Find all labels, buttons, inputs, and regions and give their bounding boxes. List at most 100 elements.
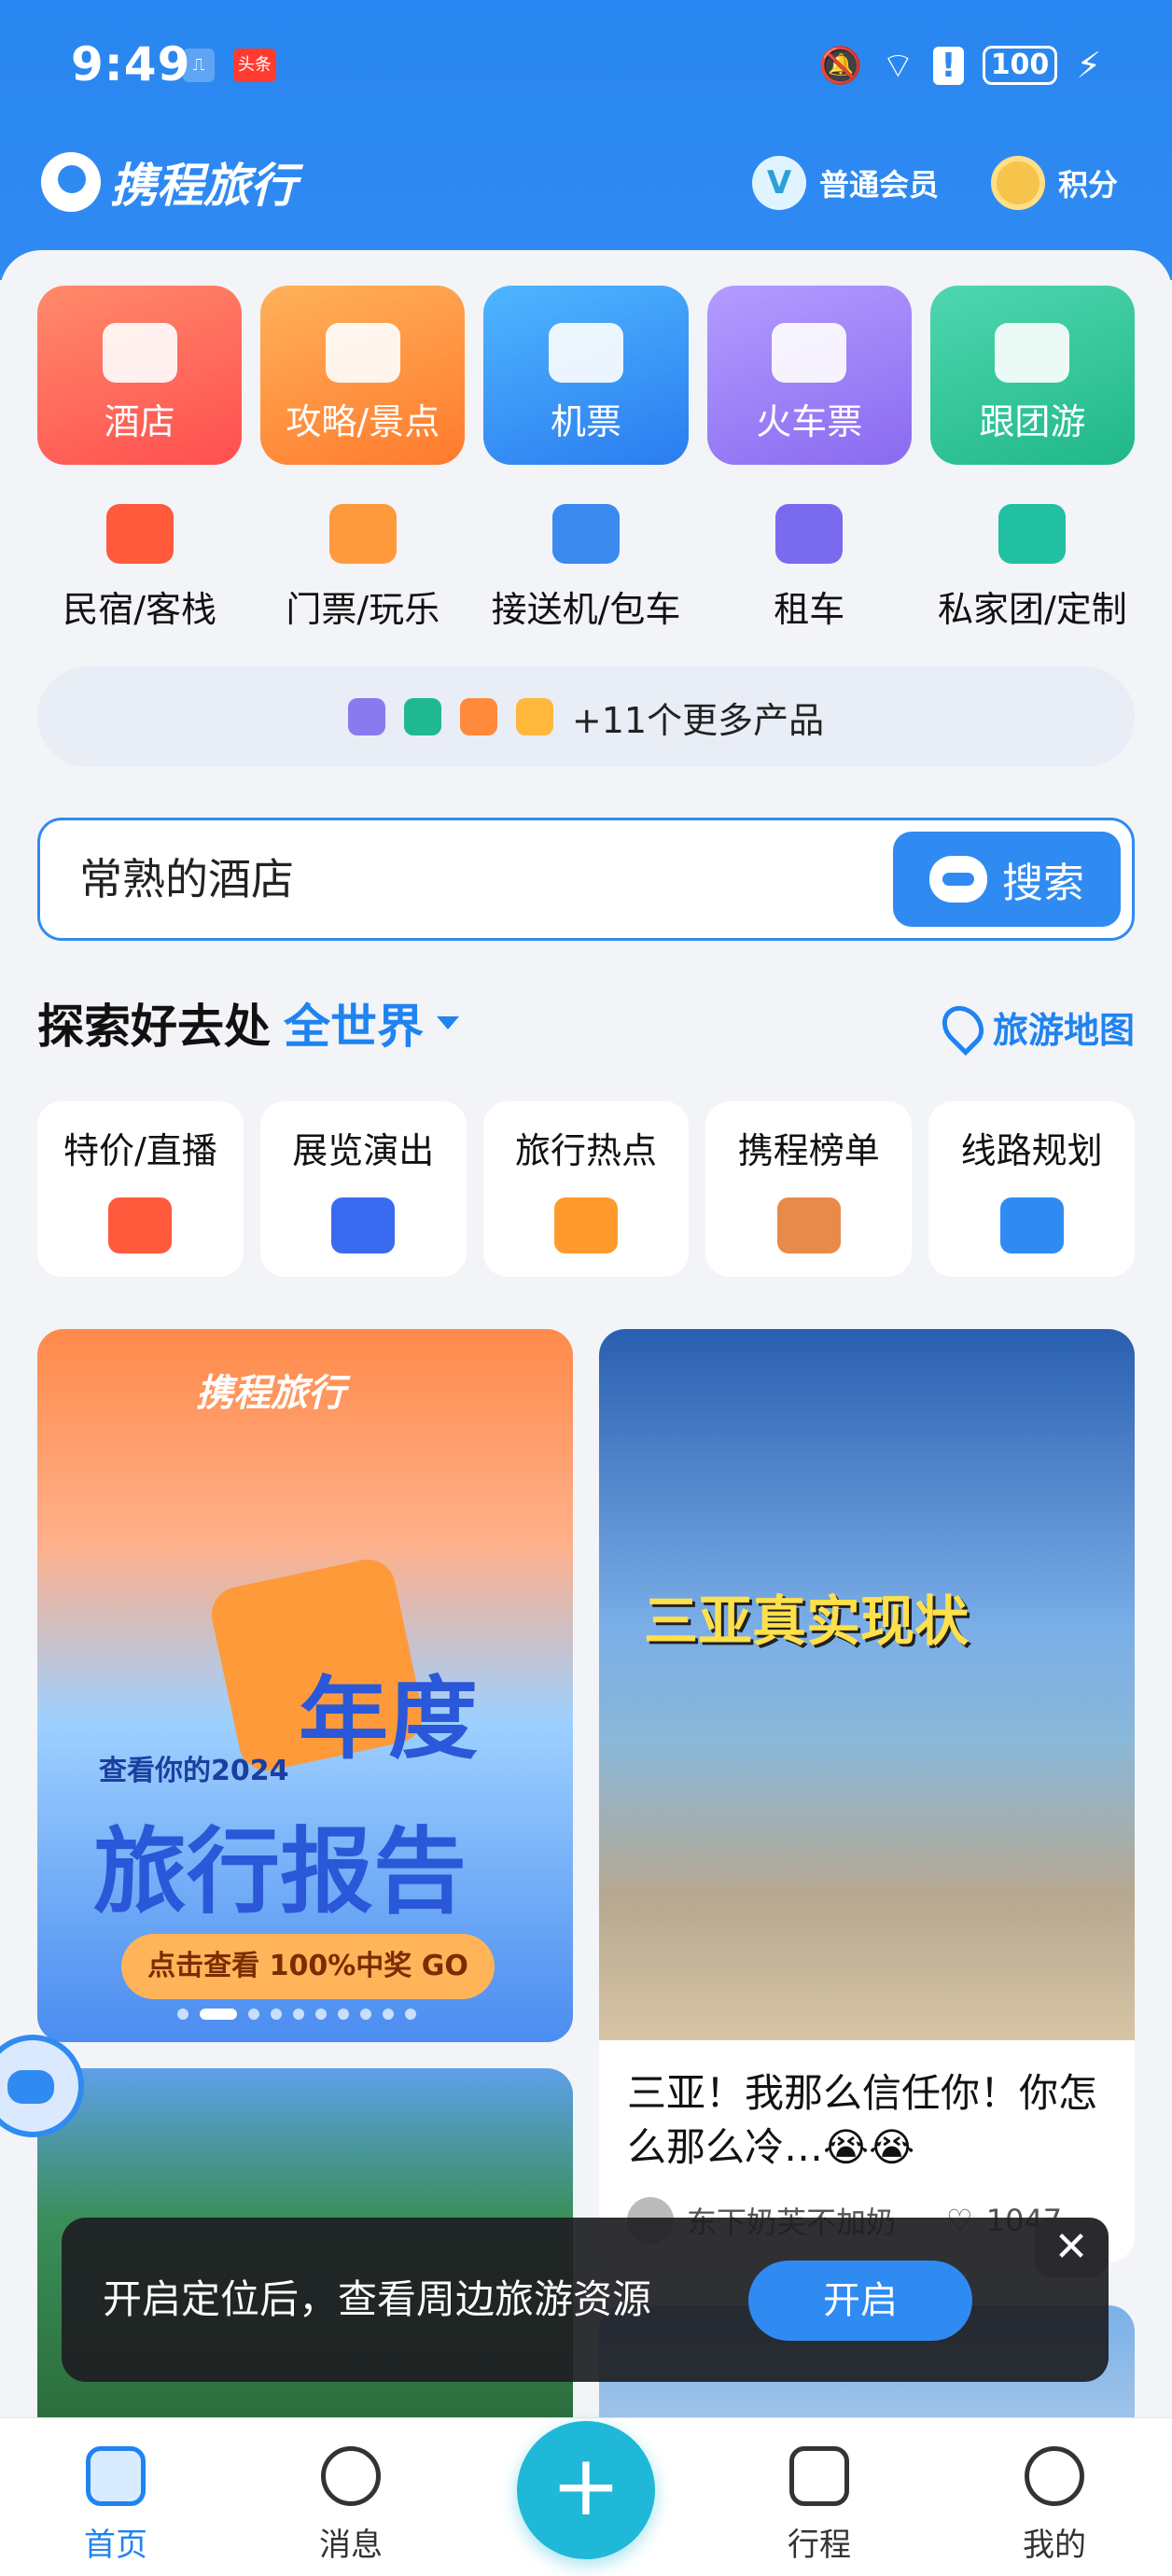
mute-bell-icon: 🔕 (818, 44, 863, 86)
search-button[interactable]: 搜索 (893, 832, 1121, 927)
backpack-icon (459, 698, 497, 735)
points-label: 积分 (1058, 167, 1119, 203)
tile-label: 火车票 (756, 401, 863, 442)
dolphin-logo-icon (41, 152, 101, 212)
cat-ctrip-rankings[interactable]: 携程榜单 (705, 1101, 913, 1277)
sub-service-row: 民宿/客栈 门票/玩乐 接送机/包车 租车 私家团/定制 (28, 495, 1144, 635)
tab-label: 消息 (319, 2527, 383, 2564)
add-post-button[interactable]: + (517, 2421, 655, 2559)
report-title-line2: 旅行报告 (93, 1817, 467, 1926)
cat-label: 特价/直播 (63, 1130, 217, 1171)
cat-label: 线路规划 (960, 1130, 1103, 1171)
tile-train[interactable]: 火车票 (706, 286, 912, 465)
charging-icon: ⚡ (1076, 45, 1101, 86)
tile-flight[interactable]: 机票 (483, 286, 689, 465)
home-icon (86, 2446, 146, 2506)
book-icon (325, 323, 400, 383)
tab-home[interactable]: 首页 (41, 2446, 190, 2565)
chat-bubble-icon (321, 2446, 381, 2506)
brand-logo: 携程旅行 (41, 149, 297, 215)
sub-label: 接送机/包车 (491, 589, 681, 630)
tile-label: 攻略/景点 (286, 401, 440, 442)
brand-name: 携程旅行 (110, 159, 297, 213)
more-products-label: +11个更多产品 (571, 699, 825, 741)
annual-report-card[interactable]: 携程旅行 查看你的2024 年度 旅行报告 点击查看 100%中奖 GO (37, 1329, 573, 2042)
tab-label: 首页 (84, 2527, 147, 2564)
photo-overlay-title: 三亚真实现状 (644, 1589, 970, 1653)
house-icon (105, 504, 174, 564)
toast-message: 开启定位后，查看周边旅游资源 (103, 2276, 652, 2322)
sub-tickets[interactable]: 门票/玩乐 (251, 495, 474, 635)
bus-icon (347, 698, 385, 735)
member-level-button[interactable]: V 普通会员 (752, 155, 939, 211)
search-input[interactable]: 常熟的酒店 (79, 820, 294, 938)
battery-level: 100 (982, 46, 1058, 85)
close-icon[interactable]: ✕ (1034, 2218, 1109, 2277)
ticket-icon (328, 504, 397, 564)
flag-wave-icon (553, 1197, 618, 1253)
caret-down-icon (437, 1016, 459, 1029)
sanya-post-card[interactable]: 三亚真实现状 三亚！我那么信任你！你怎么那么冷…😭😭 东下奶芙不加奶 ♡ 104… (599, 1329, 1135, 2262)
cat-label: 展览演出 (292, 1130, 435, 1171)
region-selector[interactable]: 全世界 (284, 989, 424, 1057)
tab-label: 我的 (1023, 2527, 1086, 2564)
user-icon (1025, 2446, 1084, 2506)
points-button[interactable]: 积分 (991, 155, 1118, 211)
card-brand-logo: 携程旅行 (196, 1372, 345, 1415)
cat-travel-hotspots[interactable]: 旅行热点 (482, 1101, 690, 1277)
report-cta-button[interactable]: 点击查看 100%中奖 GO (121, 1934, 495, 1999)
route-icon (999, 1197, 1064, 1253)
usb-icon: ⎍ (183, 49, 215, 82)
tile-guide-attractions[interactable]: 攻略/景点 (260, 286, 466, 465)
tab-label: 行程 (788, 2527, 851, 2564)
report-subtitle: 查看你的2024 (99, 1755, 289, 1787)
travel-map-button[interactable]: 旅游地图 (933, 997, 1135, 1057)
location-toast: 开启定位后，查看周边旅游资源 开启 (62, 2218, 1109, 2382)
price-tag-icon (108, 1197, 173, 1253)
wifi-icon: ⌔ (881, 45, 915, 86)
tile-hotel[interactable]: 酒店 (37, 286, 243, 465)
explore-categories: 特价/直播 展览演出 旅行热点 携程榜单 线路规划 (37, 1101, 1135, 1277)
app-header: 9:49 ⎍ 头条 🔕 ⌔ ! 100 ⚡ 携程旅行 V 普通会员 积分 (0, 0, 1172, 280)
cat-label: 携程榜单 (737, 1130, 880, 1171)
ship-icon (403, 698, 441, 735)
cat-route-planning[interactable]: 线路规划 (928, 1101, 1135, 1277)
enable-location-button[interactable]: 开启 (748, 2261, 972, 2341)
diamond-icon (998, 504, 1067, 564)
money-bag-icon (515, 698, 553, 735)
carousel-dots (177, 2009, 416, 2020)
sub-car-rental[interactable]: 租车 (698, 495, 921, 635)
status-time: 9:49 (71, 37, 191, 91)
tile-label: 机票 (551, 401, 622, 442)
ranking-badge-icon (776, 1197, 841, 1253)
sub-homestay[interactable]: 民宿/客栈 (28, 495, 251, 635)
tile-group-tour[interactable]: 跟团游 (929, 286, 1136, 465)
cat-deals-live[interactable]: 特价/直播 (37, 1101, 244, 1277)
sub-airport-transfer[interactable]: 接送机/包车 (474, 495, 697, 635)
tile-label: 跟团游 (979, 401, 1086, 442)
train-icon (772, 323, 847, 383)
tab-profile[interactable]: 我的 (980, 2446, 1129, 2565)
sub-label: 民宿/客栈 (63, 589, 216, 630)
car-icon (775, 504, 844, 564)
music-note-icon (331, 1197, 396, 1253)
tab-itinerary[interactable]: 行程 (745, 2446, 894, 2565)
main-service-tiles: 酒店 攻略/景点 机票 火车票 跟团游 (37, 286, 1136, 465)
sub-private-tour[interactable]: 私家团/定制 (921, 495, 1144, 635)
sub-label: 门票/玩乐 (286, 589, 440, 630)
points-coin-icon (991, 156, 1045, 210)
news-badge: 头条 (233, 49, 276, 82)
travel-map-label: 旅游地图 (992, 1009, 1135, 1051)
status-bar: 9:49 ⎍ 头条 🔕 ⌔ ! 100 ⚡ (0, 0, 1172, 131)
sub-label: 租车 (774, 589, 845, 630)
post-text: 三亚！我那么信任你！你怎么那么冷…😭😭 (627, 2070, 1098, 2170)
more-products-button[interactable]: +11个更多产品 (37, 666, 1135, 767)
status-right-icons: 🔕 ⌔ ! 100 ⚡ (818, 37, 1101, 93)
alert-icon: ! (933, 46, 964, 85)
tab-messages[interactable]: 消息 (276, 2446, 426, 2565)
search-button-label: 搜索 (1002, 860, 1084, 907)
calendar-icon (789, 2446, 849, 2506)
beach-photo: 三亚真实现状 (599, 1329, 1135, 2040)
cat-exhibitions[interactable]: 展览演出 (259, 1101, 467, 1277)
search-bar: 常熟的酒店 搜索 (37, 818, 1135, 941)
